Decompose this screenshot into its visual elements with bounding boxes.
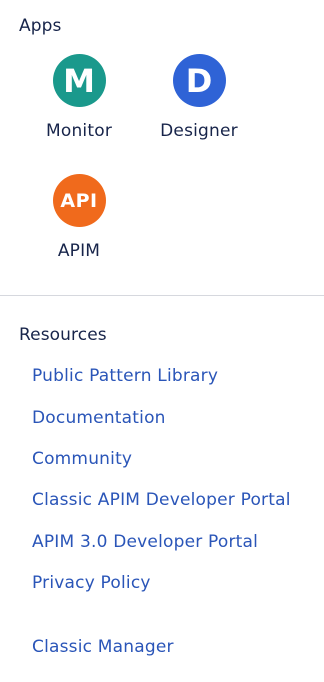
monitor-app-icon: M — [52, 54, 106, 107]
link-classic-manager[interactable]: Classic Manager — [32, 637, 174, 657]
app-label-apim: APIM — [57, 241, 101, 261]
link-classic-apim-developer-portal[interactable]: Classic APIM Developer Portal — [32, 490, 291, 510]
resources-section-title: Resources — [19, 325, 107, 345]
apps-section-title: Apps — [19, 16, 62, 36]
app-monitor[interactable]: M Monitor — [24, 54, 134, 154]
designer-app-icon: D — [172, 54, 226, 107]
link-documentation[interactable]: Documentation — [32, 408, 166, 428]
app-label-monitor: Monitor — [45, 121, 113, 141]
link-apim-3-developer-portal[interactable]: APIM 3.0 Developer Portal — [32, 532, 258, 552]
app-apim[interactable]: API APIM — [24, 174, 134, 274]
link-public-pattern-library[interactable]: Public Pattern Library — [32, 366, 218, 386]
link-privacy-policy[interactable]: Privacy Policy — [32, 573, 151, 593]
apim-app-icon: API — [52, 174, 106, 227]
section-divider — [0, 295, 324, 296]
app-label-designer: Designer — [160, 121, 238, 141]
link-community[interactable]: Community — [32, 449, 132, 469]
app-designer[interactable]: D Designer — [144, 54, 254, 154]
